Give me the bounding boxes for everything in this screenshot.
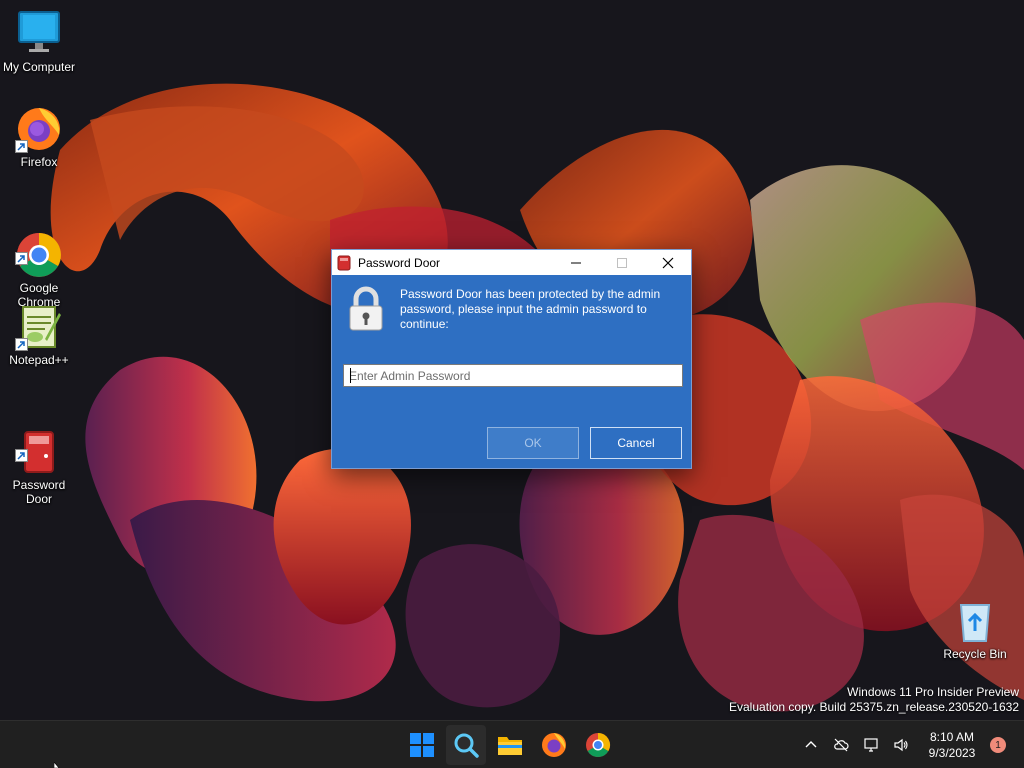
clock-time: 8:10 AM xyxy=(929,730,975,744)
chrome-taskbar-button[interactable] xyxy=(578,725,618,765)
recycle-bin-icon xyxy=(951,597,999,645)
network-icon xyxy=(864,738,878,752)
clock-date: 9/3/2023 xyxy=(928,746,976,760)
cloud-offline-icon xyxy=(834,738,849,752)
ok-button[interactable]: OK xyxy=(487,427,579,459)
volume-button[interactable] xyxy=(888,732,914,758)
maximize-button[interactable] xyxy=(599,250,645,275)
watermark-line-1: Windows 11 Pro Insider Preview xyxy=(847,685,1019,699)
maximize-icon xyxy=(617,257,627,268)
mouse-cursor-icon xyxy=(54,762,60,768)
minimize-icon xyxy=(571,262,581,263)
clock[interactable]: 8:10 AM 9/3/2023 xyxy=(920,729,984,761)
watermark-line-2: Evaluation copy. Build 25375.zn_release.… xyxy=(729,700,1019,714)
desktop-icon-label: Notepad++ xyxy=(9,353,69,367)
search-button[interactable] xyxy=(446,725,486,765)
taskbar: 8:10 AM 9/3/2023 1 xyxy=(0,720,1024,768)
desktop-icon-label: My Computer xyxy=(2,60,76,74)
start-icon xyxy=(410,733,434,757)
shortcut-arrow-icon xyxy=(15,338,28,351)
taskbar-pinned-apps xyxy=(402,721,618,768)
dialog-titlebar[interactable]: Password Door xyxy=(332,250,691,275)
desktop-icon-label: Firefox xyxy=(20,155,58,169)
desktop-icon-recycle-bin[interactable]: Recycle Bin xyxy=(937,597,1013,661)
text-caret xyxy=(350,368,351,383)
file-explorer-button[interactable] xyxy=(490,725,530,765)
password-door-dialog: Password Door Password Door has been pro… xyxy=(331,249,692,469)
admin-password-input[interactable] xyxy=(343,364,683,387)
desktop-icon-firefox[interactable]: Firefox xyxy=(1,105,77,169)
password-door-icon xyxy=(15,414,63,473)
network-button[interactable] xyxy=(858,732,884,758)
desktop-icon-label: Recycle Bin xyxy=(943,647,1007,661)
shortcut-arrow-icon xyxy=(15,449,28,462)
lock-icon xyxy=(349,286,383,331)
firefox-icon xyxy=(15,105,63,153)
dialog-message: Password Door has been protected by the … xyxy=(400,287,661,331)
chevron-up-icon xyxy=(805,741,817,748)
desktop-icon-password-door[interactable]: Password Door xyxy=(1,400,77,520)
close-icon xyxy=(662,257,674,268)
notification-badge[interactable]: 1 xyxy=(990,737,1006,753)
monitor-icon xyxy=(15,10,63,58)
firefox-taskbar-button[interactable] xyxy=(534,725,574,765)
desktop-icon-notepad-plus-plus[interactable]: Notepad++ xyxy=(1,303,77,367)
minimize-button[interactable] xyxy=(553,250,599,275)
windows-watermark: Windows 11 Pro Insider Preview Evaluatio… xyxy=(729,685,1019,715)
show-hidden-icons-button[interactable] xyxy=(798,732,824,758)
chrome-icon xyxy=(586,733,611,758)
start-button[interactable] xyxy=(402,725,442,765)
shortcut-arrow-icon xyxy=(15,140,28,153)
file-explorer-icon xyxy=(498,737,522,755)
onedrive-button[interactable] xyxy=(828,732,854,758)
search-icon xyxy=(454,733,479,758)
firefox-icon xyxy=(542,733,566,757)
desktop-icon-my-computer[interactable]: My Computer xyxy=(1,10,77,74)
system-tray: 8:10 AM 9/3/2023 1 xyxy=(796,721,1024,768)
close-button[interactable] xyxy=(645,250,691,275)
cancel-button[interactable]: Cancel xyxy=(590,427,682,459)
password-door-app-icon xyxy=(337,255,351,270)
notepad-plus-plus-icon xyxy=(15,303,63,351)
volume-icon xyxy=(894,738,908,752)
chrome-icon xyxy=(15,217,63,277)
shortcut-arrow-icon xyxy=(15,252,28,265)
dialog-title: Password Door xyxy=(358,255,441,270)
